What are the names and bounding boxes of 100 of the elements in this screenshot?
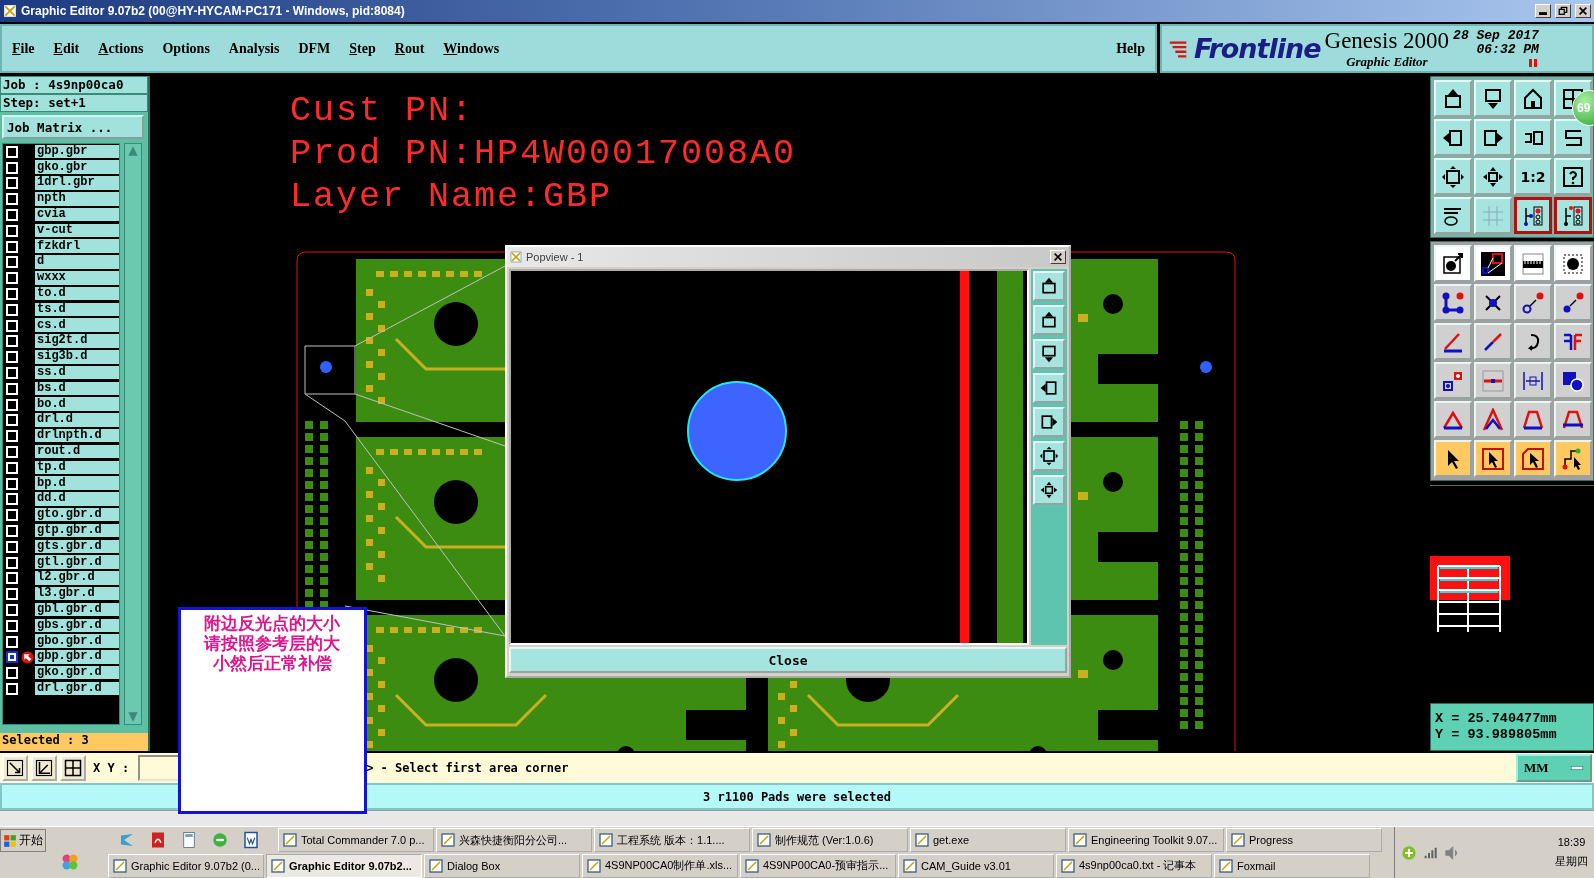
layer-name[interactable]: dd.d [35,492,119,507]
view-button[interactable] [1033,407,1065,437]
layer-name[interactable]: gtp.gbr.d [35,523,119,539]
layer-name[interactable]: gtl.gbr.d [35,555,119,570]
layer-name[interactable]: cs.d [35,318,119,333]
layer-name[interactable]: gko.gbr [35,160,119,175]
minimize-button[interactable] [1535,4,1551,18]
layer-info-text: Prod PN:HP4W00017008A0 [290,133,798,176]
taskbar-button[interactable]: CAM_Guide v3.01 [898,853,1054,878]
cursor-icon [1521,446,1545,471]
close-button[interactable] [1575,4,1591,18]
menu-item[interactable]: Help [1116,40,1145,57]
view-button[interactable] [1033,339,1065,369]
taskbar-button[interactable]: 4S9NP00CA0-预审指示... [740,853,896,878]
flower-icon [60,852,80,872]
view-button[interactable] [1033,305,1065,335]
close-button[interactable] [1050,250,1066,264]
tool-button[interactable] [1514,197,1552,234]
menu-item[interactable]: Actions [98,40,144,57]
close-button[interactable]: Close [509,647,1067,673]
layer-name[interactable]: bs.d [35,381,119,397]
layer-name[interactable]: to.d [35,286,119,302]
scrollbar[interactable] [124,143,142,725]
app-icon [756,832,772,849]
tool-button[interactable] [1554,197,1592,234]
layer-name[interactable]: gto.gbr.d [35,507,119,523]
taskbar-button[interactable]: 4S9NP00CA0制作单.xls... [582,853,738,878]
taskbar-button[interactable]: get.exe [910,828,1066,853]
layer-name[interactable]: gbs.gbr.d [35,618,119,634]
y-coordinate: Y = 93.989805mm [1435,727,1558,743]
layer-name[interactable]: sig2t.d [35,334,119,349]
layer-name[interactable]: rout.d [35,444,119,460]
taskbar-button[interactable]: 兴森快捷衡阳分公司... [436,828,592,853]
layer-name[interactable]: drlnpth.d [35,429,119,444]
box-right-arrow-icon [1039,412,1059,432]
taskbar-button[interactable]: Dialog Box [424,853,580,878]
layer-name[interactable]: v-cut [35,223,119,239]
center-arrows-icon [1039,480,1059,500]
layer-name[interactable]: gbp.gbr.d [35,650,119,665]
layer-name[interactable]: bp.d [35,476,119,491]
layer-name[interactable]: gts.gbr.d [35,539,119,555]
app-icon [598,832,614,849]
app-icon [1230,832,1246,849]
taskbar-button[interactable]: Engineering Toolkit 9.07... [1068,828,1224,853]
layer-name[interactable]: tp.d [35,460,119,476]
view-button[interactable] [1033,373,1065,403]
layer-name[interactable]: ts.d [35,302,119,318]
layer-name[interactable]: cvia [35,207,119,223]
taskbar-button[interactable]: Total Commander 7.0 p... [278,828,434,853]
layer-name[interactable]: drl.d [35,413,119,428]
restore-button[interactable] [1555,4,1571,18]
menu-item[interactable]: Step [349,40,376,57]
layer-name[interactable]: sig3b.d [35,350,119,365]
layer-name[interactable]: l3.gbr.d [35,586,119,602]
menu-item[interactable]: Options [162,40,210,57]
layer-name[interactable]: d [35,255,119,270]
menu-item[interactable]: File [12,40,35,57]
taskbar-button[interactable]: Progress [1226,828,1382,853]
note-text: 附边反光点的大小请按照参考层的大小然后正常补偿 [202,614,342,674]
taskbar-button[interactable]: 工程系统 版本：1.1.... [594,828,750,853]
view-button[interactable] [1033,475,1065,505]
view-button[interactable] [1033,441,1065,471]
app-icon [112,857,128,874]
taskbar-button[interactable]: 制作规范 (Ver:1.0.6) [752,828,908,853]
layer-name[interactable]: bo.d [35,397,119,412]
app-icon [428,857,444,874]
restore-icon [1558,6,1568,16]
layer-name[interactable]: npth [35,192,119,207]
taskbar-button[interactable]: Foxmail [1214,853,1370,878]
taskbar-button[interactable]: Graphic Editor 9.07b2... [266,853,422,878]
job-matrix-button[interactable]: Job Matrix ... [2,115,144,139]
tool-button[interactable]: 1:2 [1514,158,1552,195]
scroll-down-icon [126,710,140,724]
layer-name[interactable]: ss.d [35,365,119,381]
menu-item[interactable]: Analysis [228,40,280,57]
menu-item[interactable]: DFM [298,40,331,57]
layer-name[interactable]: gko.gbr.d [35,665,119,681]
grid-icon [1481,203,1505,228]
layer-name[interactable]: 1drl.gbr [35,176,119,191]
layer-name[interactable]: gbl.gbr.d [35,602,119,618]
layer-name[interactable]: drl.gbr.d [35,681,119,697]
menu-item[interactable]: Edit [53,40,80,57]
node-arrow-icon [1521,290,1545,315]
menu-item[interactable]: Windows [443,40,500,57]
layer-name[interactable]: gbo.gbr.d [35,634,119,649]
layer-name[interactable]: wxxx [35,271,119,286]
document-icon [242,831,260,850]
menu-item[interactable]: Rout [394,40,425,57]
app-icon [902,857,918,874]
layer-name[interactable]: fzkdrl [35,239,119,254]
units-dropdown[interactable]: MM [1516,754,1592,782]
layer-name[interactable]: gbp.gbr [35,144,119,160]
pad-icon [1561,251,1585,276]
taskbar-button[interactable]: Graphic Editor 9.07b2 (0... [108,853,264,878]
start-button[interactable]: 开始 [0,829,46,852]
layer-name[interactable]: l2.gbr.d [35,571,119,586]
layer-checkbox[interactable] [6,651,18,664]
view-button[interactable] [1033,271,1065,301]
window-title: Graphic Editor 9.07b2 (00@HY-HYCAM-PC171 - Windows, pid:8084) [21,4,406,18]
taskbar-button[interactable]: 4s9np00ca0.txt - 记事本 [1056,853,1212,878]
